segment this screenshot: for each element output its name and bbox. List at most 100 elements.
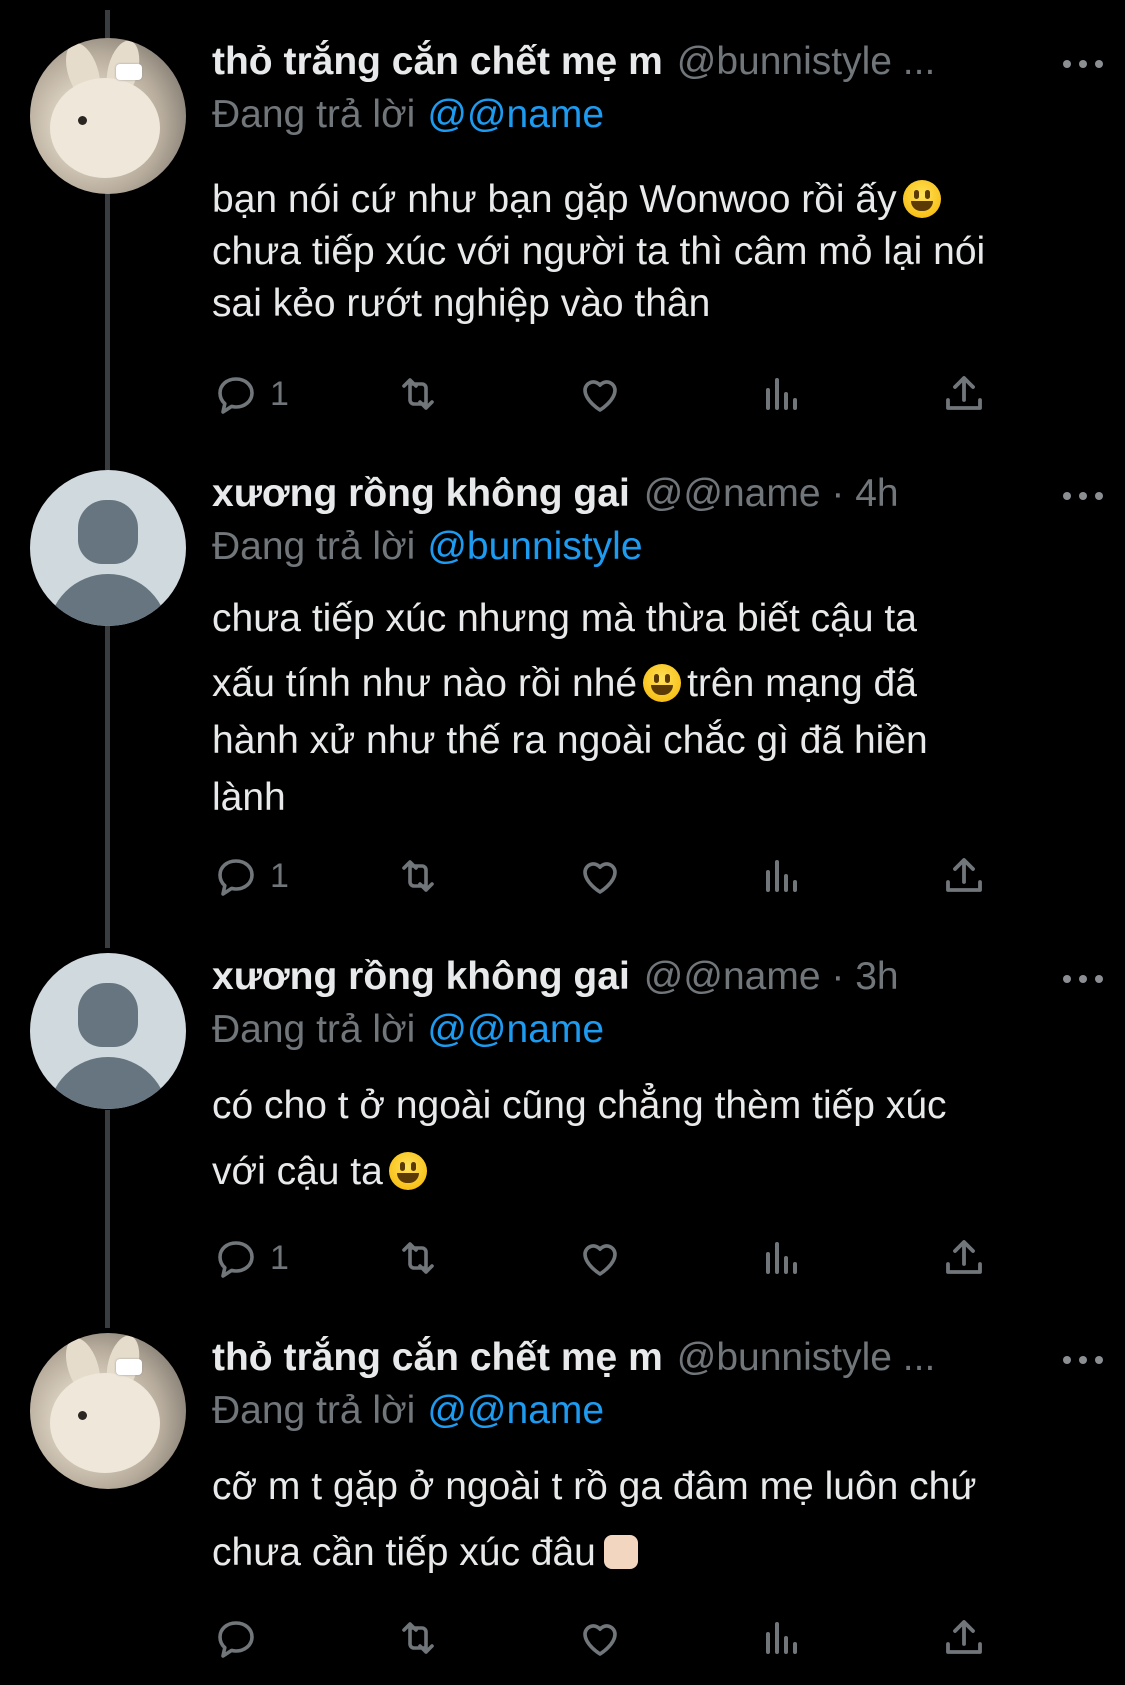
text-line: cỡ m t gặp ở ngoài t rồ ga đâm mẹ luôn c… (212, 1465, 977, 1508)
heart-icon (583, 1624, 617, 1656)
thumbs-up-emoji-icon (603, 1535, 638, 1569)
reply-button[interactable]: 1 (212, 364, 289, 424)
tweet-header: thỏ trắng cắn chết mẹ m @bunnistyle ... (212, 40, 1092, 90)
action-bar: 1 (212, 1228, 1092, 1288)
reply-prefix: Đang trả lời (212, 1008, 416, 1051)
tweet-header: xương rồng không gai @@name · 3h (212, 955, 1092, 1005)
views-button[interactable] (758, 846, 806, 906)
reply-icon (218, 1241, 254, 1278)
reply-prefix: Đang trả lời (212, 525, 416, 568)
reply-count: 1 (270, 856, 289, 895)
like-button[interactable] (576, 1608, 624, 1668)
views-button[interactable] (758, 364, 806, 424)
more-icon[interactable] (1063, 1340, 1103, 1380)
text-line: xấu tính như nào rồi nhé (212, 662, 638, 705)
reply-button[interactable]: 1 (212, 1228, 289, 1288)
smiley-emoji-icon (388, 1152, 427, 1190)
mention-link[interactable]: @@name (427, 1008, 604, 1051)
replying-to: Đang trả lời @@name (212, 1389, 604, 1433)
text-line: chưa cần tiếp xúc đâu (212, 1531, 596, 1574)
reply-prefix: Đang trả lời (212, 93, 416, 136)
display-name[interactable]: xương rồng không gai (212, 955, 630, 998)
like-button[interactable] (576, 846, 624, 906)
share-icon (946, 376, 982, 410)
heart-icon (583, 1244, 617, 1276)
retweet-icon (402, 378, 434, 410)
share-button[interactable] (940, 1608, 988, 1668)
more-icon[interactable] (1063, 959, 1103, 999)
views-icon (766, 1242, 797, 1274)
like-button[interactable] (576, 364, 624, 424)
handle[interactable]: @@name · 3h (644, 955, 899, 998)
more-icon[interactable] (1063, 476, 1103, 516)
replying-to: Đang trả lời @bunnistyle (212, 525, 643, 569)
text-line: với cậu ta (212, 1150, 383, 1193)
heart-icon (583, 862, 617, 894)
reply-icon (218, 377, 254, 414)
views-button[interactable] (758, 1228, 806, 1288)
reply-icon (218, 1621, 254, 1658)
thread-line (105, 626, 110, 948)
share-icon (946, 1240, 982, 1274)
tweet-text: chưa tiếp xúc nhưng mà thừa biết cậu ta … (212, 590, 1092, 826)
retweet-icon (402, 860, 434, 892)
avatar[interactable] (30, 1333, 186, 1489)
tweet-text: bạn nói cứ như bạn gặp Wonwoo rồi ấy chư… (212, 174, 1092, 330)
mention-link[interactable]: @@name (427, 93, 604, 136)
more-icon[interactable] (1063, 44, 1103, 84)
like-button[interactable] (576, 1228, 624, 1288)
retweet-button[interactable] (394, 846, 442, 906)
handle[interactable]: @bunnistyle ... (677, 40, 936, 83)
mention-link[interactable]: @@name (427, 1389, 604, 1432)
handle[interactable]: @@name · 4h (644, 472, 899, 515)
retweet-button[interactable] (394, 1608, 442, 1668)
reply-count: 1 (270, 374, 289, 413)
heart-icon (583, 380, 617, 412)
tweet-header: xương rồng không gai @@name · 4h (212, 472, 1092, 522)
reply-button[interactable] (212, 1608, 270, 1668)
text-line: lành (212, 776, 286, 819)
action-bar: 1 (212, 364, 1092, 424)
mention-link[interactable]: @bunnistyle (427, 525, 642, 568)
display-name[interactable]: thỏ trắng cắn chết mẹ m (212, 40, 663, 83)
share-button[interactable] (940, 364, 988, 424)
views-button[interactable] (758, 1608, 806, 1668)
thread-line (105, 192, 110, 470)
thread-line (105, 1110, 110, 1328)
replying-to: Đang trả lời @@name (212, 1008, 604, 1052)
avatar[interactable] (30, 470, 186, 626)
reply-button[interactable]: 1 (212, 846, 289, 906)
text-line: có cho t ở ngoài cũng chẳng thèm tiếp xú… (212, 1084, 947, 1127)
tweet-header: thỏ trắng cắn chết mẹ m @bunnistyle ... (212, 1336, 1092, 1386)
display-name[interactable]: xương rồng không gai (212, 472, 630, 515)
retweet-button[interactable] (394, 364, 442, 424)
views-icon (766, 860, 797, 892)
replying-to: Đang trả lời @@name (212, 93, 604, 137)
avatar[interactable] (30, 953, 186, 1109)
share-icon (946, 858, 982, 892)
retweet-button[interactable] (394, 1228, 442, 1288)
smiley-emoji-icon (643, 664, 682, 702)
action-bar (212, 1608, 1092, 1668)
avatar[interactable] (30, 38, 186, 194)
handle[interactable]: @bunnistyle ... (677, 1336, 936, 1379)
text-line: sai kẻo rướt nghiệp vào thân (212, 282, 711, 325)
text-line: chưa tiếp xúc nhưng mà thừa biết cậu ta (212, 597, 917, 640)
smiley-emoji-icon (902, 180, 941, 218)
text-line: bạn nói cứ như bạn gặp Wonwoo rồi ấy (212, 178, 897, 221)
text-line: hành xử như thế ra ngoài chắc gì đã hiền (212, 719, 928, 762)
views-icon (766, 378, 797, 410)
retweet-icon (402, 1242, 434, 1274)
tweet-text: cỡ m t gặp ở ngoài t rồ ga đâm mẹ luôn c… (212, 1454, 1092, 1586)
share-button[interactable] (940, 846, 988, 906)
reply-icon (218, 859, 254, 896)
display-name[interactable]: thỏ trắng cắn chết mẹ m (212, 1336, 663, 1379)
reply-count: 1 (270, 1238, 289, 1277)
share-button[interactable] (940, 1228, 988, 1288)
tweet-text: có cho t ở ngoài cũng chẳng thèm tiếp xú… (212, 1073, 1092, 1205)
views-icon (766, 1622, 797, 1654)
text-line: chưa tiếp xúc với người ta thì câm mỏ lạ… (212, 230, 986, 273)
retweet-icon (402, 1622, 434, 1654)
reply-prefix: Đang trả lời (212, 1389, 416, 1432)
text-line: trên mạng đã (687, 662, 917, 705)
